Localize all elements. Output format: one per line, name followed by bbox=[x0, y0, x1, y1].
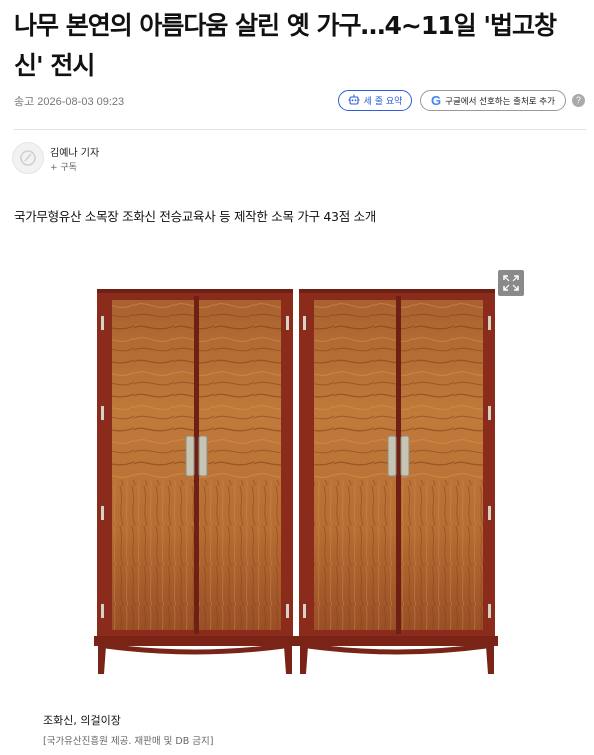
add-preferred-source-button[interactable]: G 구글에서 선호하는 출처로 추가 bbox=[420, 90, 566, 111]
expand-icon[interactable] bbox=[498, 270, 524, 296]
avatar-icon[interactable] bbox=[12, 142, 44, 174]
wardrobe-illustration bbox=[94, 289, 498, 674]
headline-line-1: 나무 본연의 아름다움 살린 옛 가구…4~11일 '법고창 bbox=[14, 11, 557, 40]
author-name[interactable]: 김예나 기자 bbox=[50, 144, 99, 159]
summary-button[interactable]: 세 줄 요약 bbox=[338, 90, 412, 111]
publish-date: 송고 2026-08-03 09:23 bbox=[14, 96, 125, 108]
author-block: 김예나 기자 + 구독 bbox=[12, 142, 312, 176]
article-headline: 나무 본연의 아름다움 살린 옛 가구…4~11일 '법고창 신' 전시 bbox=[14, 6, 586, 86]
info-icon[interactable]: ? bbox=[572, 94, 585, 107]
header-divider bbox=[14, 129, 586, 130]
google-g-icon: G bbox=[431, 93, 442, 108]
article-subheading: 국가무형유산 소목장 조화신 전승교육사 등 제작한 소목 가구 43점 소개 bbox=[14, 209, 376, 224]
right-cabinet bbox=[296, 289, 498, 674]
summary-button-label: 세 줄 요약 bbox=[363, 97, 403, 107]
article-meta-row: 송고 2026-08-03 09:23 세 줄 요약 G 구글에서 선호하는 출… bbox=[14, 90, 586, 112]
robot-icon bbox=[348, 94, 360, 108]
preferred-source-label: 구글에서 선호하는 출처로 추가 bbox=[445, 96, 555, 107]
headline-line-2: 신' 전시 bbox=[14, 51, 95, 80]
left-cabinet bbox=[94, 289, 296, 674]
article-photo[interactable] bbox=[94, 286, 500, 678]
photo-caption: 조화신, 의걸이장 bbox=[43, 714, 121, 727]
subscribe-button[interactable]: + 구독 bbox=[50, 160, 77, 173]
photo-credit: [국가유산진흥원 제공. 재판매 및 DB 금지] bbox=[43, 736, 214, 747]
